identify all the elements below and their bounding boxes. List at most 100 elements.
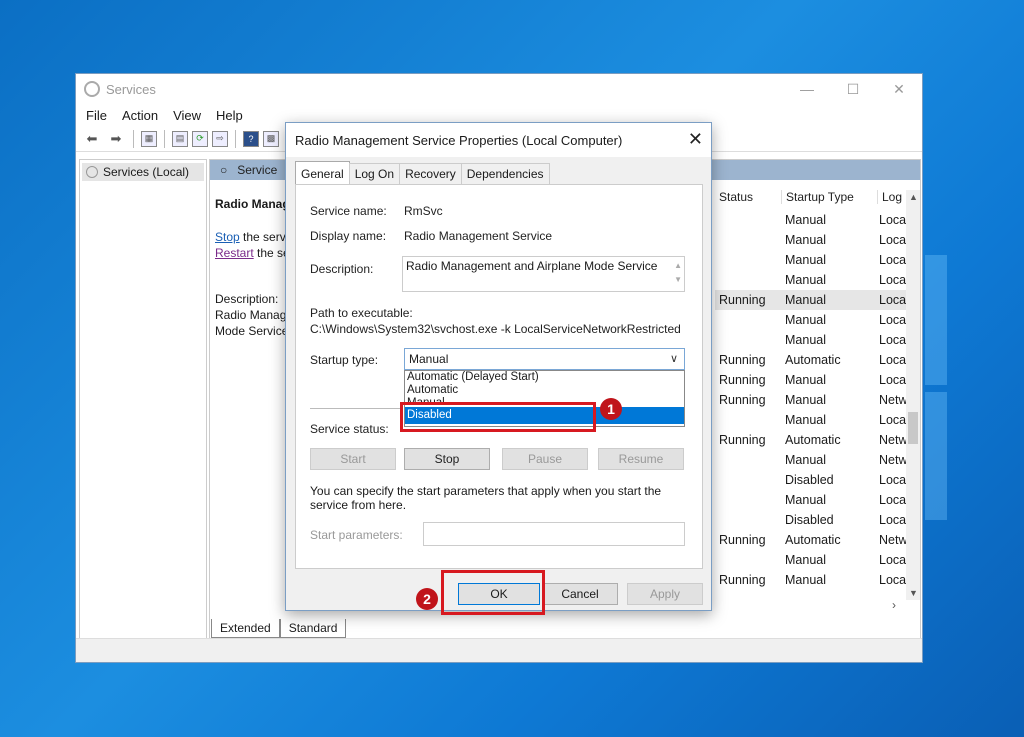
forward-arrow-icon[interactable]: ➡ xyxy=(106,130,126,148)
menu-file[interactable]: File xyxy=(86,108,107,123)
table-row[interactable]: Running Manual Loca xyxy=(715,290,917,310)
table-row[interactable]: Disabled Loca xyxy=(715,510,917,530)
stop-service-link[interactable]: Stop xyxy=(215,230,240,244)
description-box: Radio Management and Airplane Mode Servi… xyxy=(402,256,685,292)
general-tab-panel: Service name: RmSvc Display name: Radio … xyxy=(295,184,703,569)
menu-action[interactable]: Action xyxy=(122,108,158,123)
table-row[interactable]: Running Automatic Netw xyxy=(715,430,917,450)
dialog-tabs: General Log On Recovery Dependencies xyxy=(295,161,550,184)
option-automatic-delayed[interactable]: Automatic (Delayed Start) xyxy=(405,371,684,384)
close-icon[interactable]: ✕ xyxy=(876,74,922,104)
console-icon[interactable]: ▩ xyxy=(263,130,279,147)
table-row[interactable]: Manual Loca xyxy=(715,330,917,350)
table-row[interactable]: Disabled Loca xyxy=(715,470,917,490)
vertical-scrollbar[interactable]: ▲ ▼ xyxy=(906,190,920,600)
table-row[interactable]: Manual Loca xyxy=(715,310,917,330)
table-row[interactable]: Manual Loca xyxy=(715,490,917,510)
table-row[interactable]: Manual Loca xyxy=(715,230,917,250)
start-button[interactable]: Start xyxy=(310,448,396,470)
services-rows: Manual Loca Manual Loca Manual Loca Manual Loca… xyxy=(715,210,917,590)
menu-help[interactable]: Help xyxy=(216,108,243,123)
apply-button[interactable]: Apply xyxy=(627,583,703,605)
cancel-button[interactable]: Cancel xyxy=(542,583,618,605)
option-automatic[interactable]: Automatic xyxy=(405,384,684,397)
table-row[interactable]: Manual Loca xyxy=(715,270,917,290)
show-hide-tree-icon[interactable]: ▦ xyxy=(141,130,157,147)
minimize-icon[interactable]: — xyxy=(784,74,830,104)
cell-status: Running xyxy=(719,533,766,547)
properties-dialog: Radio Management Service Properties (Loc… xyxy=(285,122,712,611)
dialog-close-icon[interactable]: ✕ xyxy=(688,129,703,150)
tab-dependencies[interactable]: Dependencies xyxy=(460,163,550,184)
refresh-icon[interactable]: ⟳ xyxy=(192,130,208,147)
cell-startup: Manual xyxy=(785,333,826,347)
toolbar-separator xyxy=(133,129,134,148)
status-bar xyxy=(76,638,922,662)
display-name-value: Radio Management Service xyxy=(404,229,553,243)
service-description-panel: Radio Manag Stop the serv Restart the se… xyxy=(215,196,295,339)
window-title: Services xyxy=(106,81,156,97)
cell-startup: Disabled xyxy=(785,513,834,527)
startup-type-select[interactable]: Manual ∨ xyxy=(404,348,685,370)
table-row[interactable]: Manual Loca xyxy=(715,210,917,230)
description-line-1: Radio Manag xyxy=(215,308,287,322)
resume-button[interactable]: Resume xyxy=(598,448,684,470)
cell-startup: Manual xyxy=(785,273,826,287)
window-controls: — ☐ ✕ xyxy=(784,74,922,104)
help-icon[interactable]: ? xyxy=(243,130,259,147)
column-status[interactable]: Status xyxy=(715,190,781,204)
table-row[interactable]: Running Manual Netw xyxy=(715,390,917,410)
start-params-input[interactable] xyxy=(423,522,685,546)
service-name-label: Service name: xyxy=(310,204,387,218)
table-row[interactable]: Running Automatic Loca xyxy=(715,350,917,370)
cell-startup: Manual xyxy=(785,213,826,227)
menu-view[interactable]: View xyxy=(173,108,201,123)
scroll-right-icon[interactable]: › xyxy=(892,598,896,612)
cell-startup: Automatic xyxy=(785,433,841,447)
chevron-down-icon[interactable]: ∨ xyxy=(670,349,678,369)
tab-extended[interactable]: Extended xyxy=(211,619,280,638)
toolbar-separator xyxy=(164,129,165,148)
maximize-icon[interactable]: ☐ xyxy=(830,74,876,104)
export-list-icon[interactable]: ⇨ xyxy=(212,130,228,147)
services-gear-icon xyxy=(84,81,100,97)
table-row[interactable]: Running Manual Loca xyxy=(715,370,917,390)
scroll-up-icon[interactable]: ▲ xyxy=(909,192,918,202)
stop-button[interactable]: Stop xyxy=(404,448,490,470)
start-params-label: Start parameters: xyxy=(310,528,403,542)
cell-startup: Manual xyxy=(785,553,826,567)
scrollbar-thumb[interactable] xyxy=(908,412,918,444)
properties-icon[interactable]: ▤ xyxy=(172,130,188,147)
cell-status: Running xyxy=(719,433,766,447)
cell-startup: Manual xyxy=(785,253,826,267)
table-row[interactable]: Manual Loca xyxy=(715,550,917,570)
tab-log-on[interactable]: Log On xyxy=(348,163,401,184)
table-row[interactable]: Manual Loca xyxy=(715,410,917,430)
pause-button[interactable]: Pause xyxy=(502,448,588,470)
tree-pane: Services (Local) xyxy=(79,159,207,639)
table-row[interactable]: Running Manual Loca xyxy=(715,570,917,590)
tree-item-services-local[interactable]: Services (Local) xyxy=(82,163,204,181)
table-row[interactable]: Running Automatic Netw xyxy=(715,530,917,550)
cell-startup: Manual xyxy=(785,393,826,407)
cell-startup: Manual xyxy=(785,233,826,247)
cell-status: Running xyxy=(719,573,766,587)
tab-general[interactable]: General xyxy=(295,161,350,184)
table-row[interactable]: Manual Netw xyxy=(715,450,917,470)
description-scroll-icon[interactable]: ▲ ▼ xyxy=(674,259,682,287)
tab-standard[interactable]: Standard xyxy=(279,619,347,638)
startup-type-label: Startup type: xyxy=(310,353,379,367)
column-startup-type[interactable]: Startup Type xyxy=(781,190,877,204)
startup-type-value: Manual xyxy=(409,352,449,366)
divider xyxy=(310,408,400,409)
tab-recovery[interactable]: Recovery xyxy=(399,163,462,184)
description-value: Radio Management and Airplane Mode Servi… xyxy=(406,259,658,273)
table-row[interactable]: Manual Loca xyxy=(715,250,917,270)
selected-service-name: Radio Manag xyxy=(215,197,290,211)
annotation-badge-2: 2 xyxy=(416,588,438,610)
back-arrow-icon[interactable]: ⬅ xyxy=(82,130,102,148)
cell-status: Running xyxy=(719,293,766,307)
restart-service-link[interactable]: Restart xyxy=(215,246,254,260)
desktop-logo-pane xyxy=(925,392,947,520)
scroll-down-icon[interactable]: ▼ xyxy=(909,588,918,598)
